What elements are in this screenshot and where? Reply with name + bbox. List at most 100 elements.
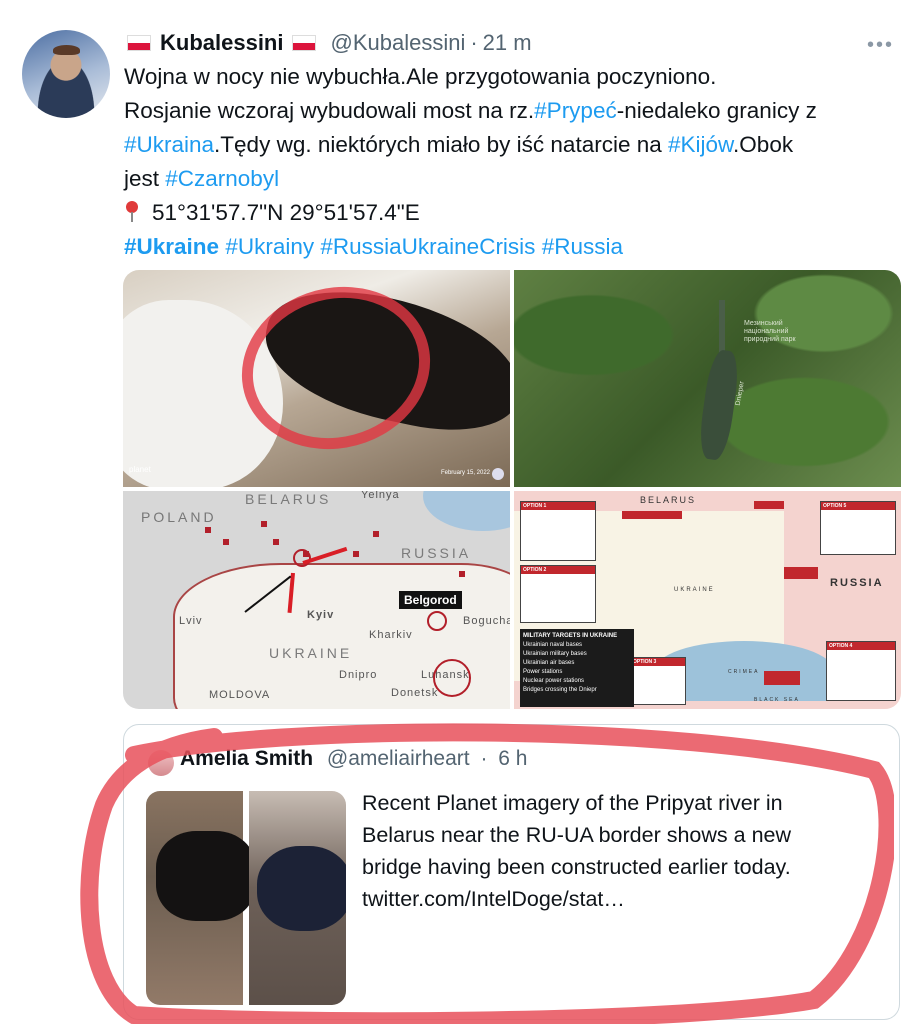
label-ukraine: UKRAINE [674, 587, 715, 593]
tweet-text: Wojna w nocy nie wybuchła.Ale przygotowa… [124, 60, 884, 264]
tweet: Kubalessini @Kubalessini · 21 m ••• Wojn… [0, 0, 918, 1024]
label-kyiv: Kyiv [307, 609, 335, 621]
label-ukraine: UKRAINE [269, 645, 353, 661]
text-segment: Rosjanie wczoraj wybudowali most na rz. [124, 98, 535, 123]
label-kharkiv: Kharkiv [369, 629, 413, 641]
text-segment: -niedaleko granicy z [616, 98, 817, 123]
military-marker [373, 531, 379, 537]
text-line-4: jest #Czarnobyl [124, 162, 884, 196]
author-name[interactable]: Kubalessini [160, 30, 283, 56]
text-segment: .Obok [733, 132, 794, 157]
before-satellite-image [146, 791, 256, 1005]
legend-title: MILITARY TARGETS IN UKRAINE [523, 633, 618, 639]
quoted-tweet-time[interactable]: 6 h [498, 747, 527, 770]
text-line-6: #Ukraine #Ukrainy #RussiaUkraineCrisis #… [124, 230, 884, 264]
image-date-label: February 15, 2022 [440, 470, 490, 476]
option-1-header: OPTION 1 [521, 502, 595, 510]
quoted-tweet-media[interactable] [146, 791, 346, 1005]
troop-label [764, 671, 800, 685]
hashtag-ukraine[interactable]: #Ukraine [124, 234, 219, 259]
quoted-link[interactable]: twitter.com/IntelDoge/stat… [362, 883, 882, 915]
hashtag-russia[interactable]: #Russia [542, 234, 623, 259]
tweet-time[interactable]: 21 m [483, 30, 532, 56]
poland-flag-icon [127, 35, 151, 51]
ukraine-map[interactable]: BELARUS POLAND RUSSIA UKRAINE Yelnya Lvi… [123, 491, 510, 709]
option-2-box: OPTION 2 [520, 565, 596, 623]
option-3-box: OPTION 3 [630, 657, 686, 705]
sea-area [423, 491, 510, 531]
option-2-header: OPTION 2 [521, 566, 595, 574]
text-segment: Wojna w nocy nie wybuchła.Ale przygotowa… [124, 64, 717, 89]
text-line-3: #Ukraina.Tędy wg. niektórych miało by iś… [124, 128, 884, 162]
author-avatar[interactable] [22, 30, 110, 118]
quoted-tweet-text: Recent Planet imagery of the Pripyat riv… [362, 787, 882, 915]
hashtag-russiaukrainecrisis[interactable]: #RussiaUkraineCrisis [320, 234, 535, 259]
label-donetsk: Donetsk [391, 687, 439, 699]
military-marker [353, 551, 359, 557]
quoted-tweet[interactable]: Amelia Smith @ameliairheart · 6 h Recent… [123, 724, 900, 1020]
option-3-header: OPTION 3 [631, 658, 685, 666]
troop-label [622, 511, 682, 519]
label-russia: RUSSIA [830, 577, 884, 589]
quoted-user-avatar[interactable] [148, 750, 174, 776]
text-line-5: 51°31'57.7"N 29°51'57.4"E [124, 196, 884, 230]
satellite-map-dnieper[interactable]: Dnieper Мезинський національний природни… [514, 270, 901, 487]
label-lviv: Lviv [179, 615, 203, 627]
label-crimea: CRIMEA [728, 669, 760, 675]
military-marker [459, 571, 465, 577]
legend-item: Bridges crossing the Dniepr [523, 687, 597, 693]
poland-flag-icon [292, 35, 317, 51]
military-marker [273, 539, 279, 545]
separator-dot: · [480, 747, 488, 770]
hashtag-ukrainy[interactable]: #Ukrainy [225, 234, 314, 259]
military-marker [261, 521, 267, 527]
hashtag-ukraina[interactable]: #Ukraina [124, 132, 214, 157]
quoted-author-name[interactable]: Amelia Smith [180, 747, 313, 770]
label-belgorod: Belgorod [399, 591, 462, 609]
planet-logo-icon [492, 468, 504, 480]
planet-brand-label: planet [129, 465, 151, 474]
satellite-image-bridge[interactable]: planet February 15, 2022 [123, 270, 510, 487]
coordinates-text: 51°31'57.7"N 29°51'57.4"E [152, 200, 420, 225]
quoted-text-line: bridge having been constructed earlier t… [362, 855, 791, 879]
quoted-text-line: Belarus near the RU-UA border shows a ne… [362, 823, 792, 847]
text-segment: jest [124, 166, 166, 191]
quoted-tweet-header: Amelia Smith @ameliairheart · 6 h [180, 747, 528, 771]
hashtag-prypec[interactable]: #Prypeć [534, 98, 617, 123]
military-marker [223, 539, 229, 545]
quoted-text-line: Recent Planet imagery of the Pripyat riv… [362, 791, 783, 815]
military-targets-legend: MILITARY TARGETS IN UKRAINE Ukrainian na… [520, 629, 634, 707]
location-pin-icon [124, 201, 140, 223]
legend-item: Power stations [523, 669, 563, 675]
separator-dot: · [470, 30, 478, 55]
label-belarus: BELARUS [245, 491, 332, 507]
text-line-2: Rosjanie wczoraj wybudowali most na rz.#… [124, 94, 884, 128]
option-1-box: OPTION 1 [520, 501, 596, 561]
legend-item: Ukrainian air bases [523, 660, 575, 666]
tweet-header: Kubalessini @Kubalessini · 21 m [127, 28, 532, 58]
more-options-icon[interactable]: ••• [867, 34, 894, 57]
quoted-author-handle[interactable]: @ameliairheart [327, 747, 470, 770]
label-black-sea: BLACK SEA [754, 697, 800, 703]
troop-label [754, 501, 784, 509]
tweet-media-grid: planet February 15, 2022 Dnieper Мезинсь… [123, 270, 901, 709]
author-handle[interactable]: @Kubalessini [330, 30, 465, 56]
label-belarus: BELARUS [640, 495, 697, 505]
legend-item: Ukrainian naval bases [523, 642, 583, 648]
text-line-1: Wojna w nocy nie wybuchła.Ale przygotowa… [124, 60, 884, 94]
label-dnipro: Dnipro [339, 669, 378, 681]
hashtag-kijow[interactable]: #Kijów [668, 132, 733, 157]
hashtag-czarnobyl[interactable]: #Czarnobyl [165, 166, 279, 191]
option-4-header: OPTION 4 [827, 642, 895, 650]
text-segment: .Tędy wg. niektórych miało by iść natarc… [214, 132, 668, 157]
option-5-header: OPTION 5 [821, 502, 895, 510]
military-area-circle [427, 611, 447, 631]
label-poland: POLAND [141, 509, 217, 525]
legend-item: Nuclear power stations [523, 678, 585, 684]
park-label: Мезинський національний природний парк [744, 320, 796, 343]
label-russia: RUSSIA [401, 545, 472, 561]
option-4-box: OPTION 4 [826, 641, 896, 701]
label-yelnya: Yelnya [361, 491, 400, 501]
invasion-options-map[interactable]: BELARUS RUSSIA UKRAINE BLACK SEA CRIMEA … [514, 491, 901, 709]
option-5-box: OPTION 5 [820, 501, 896, 555]
